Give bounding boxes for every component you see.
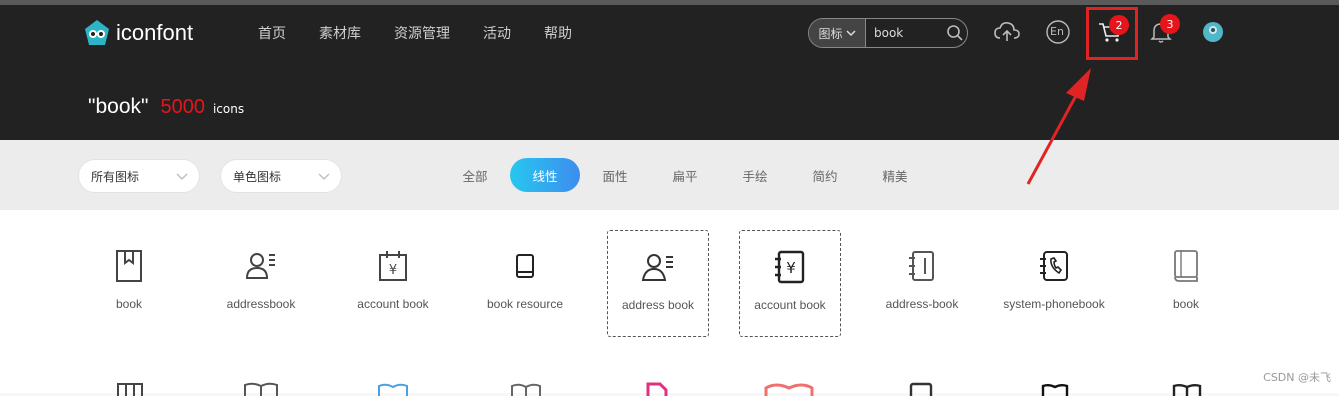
cart-highlight-box [1086, 7, 1138, 60]
site-header: iconfont 首页 素材库 资源管理 活动 帮助 图标 En 2 3 "b [0, 5, 1339, 140]
svg-text:¥: ¥ [389, 263, 397, 278]
search-icon [947, 25, 963, 41]
upload-button[interactable] [994, 19, 1020, 45]
yen-notebook-icon: ¥ [775, 250, 805, 284]
upload-cloud-icon [994, 22, 1020, 41]
partial-icon-pink-book [646, 382, 668, 396]
book-small-icon [516, 254, 534, 278]
icon-scope-select[interactable]: 所有图标 [78, 159, 200, 193]
icon-label: book [1172, 297, 1200, 311]
notebook-icon [909, 251, 934, 281]
icon-grid: book addressbook ¥ account book book res… [0, 210, 1339, 396]
icon-label: book [115, 297, 143, 311]
partial-icon-open-book [244, 382, 278, 396]
calendar-yen-icon: ¥ [379, 251, 407, 281]
icon-card-hovered[interactable]: address book [607, 230, 709, 337]
tab-filled[interactable]: 面性 [580, 158, 650, 192]
book-bookmark-icon [116, 250, 142, 282]
icon-label: address-book [885, 297, 959, 311]
nav-resources[interactable]: 资源管理 [394, 23, 450, 43]
avatar[interactable] [1200, 19, 1226, 45]
result-query: "book" [88, 95, 149, 118]
partial-icon-open-book [511, 383, 541, 396]
partial-icon-red-book [764, 383, 814, 396]
tab-simple[interactable]: 简约 [790, 158, 860, 192]
style-tabs: 全部 线性 面性 扁平 手绘 简约 精美 [440, 158, 930, 192]
tab-flat[interactable]: 扁平 [650, 158, 720, 192]
person-lines-icon [641, 254, 673, 281]
icon-label: addressbook [226, 297, 296, 311]
watermark: CSDN @未飞 [1263, 371, 1331, 384]
search-button[interactable] [946, 24, 964, 42]
partial-icon-open-book [1041, 384, 1069, 396]
icon-label: account book [357, 297, 429, 311]
nav-library[interactable]: 素材库 [319, 23, 361, 43]
icon-card[interactable]: book resource [474, 230, 576, 337]
chevron-down-icon [845, 30, 856, 37]
partial-icon-open-book [378, 383, 408, 396]
icon-card[interactable]: ¥ account book [342, 230, 444, 337]
icon-card[interactable]: address-book [871, 230, 973, 337]
nav-home[interactable]: 首页 [258, 23, 286, 43]
icon-label: system-phonebook [1003, 297, 1105, 311]
main-nav: 首页 素材库 资源管理 活动 帮助 [258, 23, 605, 43]
language-label: En [1050, 25, 1064, 38]
chevron-down-icon [176, 173, 188, 180]
search-type-label: 图标 [818, 26, 843, 41]
language-button[interactable]: En [1045, 19, 1071, 45]
partial-icon-grid [117, 383, 143, 396]
icon-color-label: 单色图标 [233, 169, 282, 184]
result-summary: "book" 5000 icons [88, 95, 244, 119]
bell-badge: 3 [1160, 14, 1180, 34]
icon-card[interactable]: book [78, 230, 180, 337]
icon-card-hovered[interactable]: ¥ account book [739, 230, 841, 337]
result-unit: icons [212, 102, 245, 116]
partial-icon-open-book [1172, 384, 1202, 396]
icon-label: account book [754, 298, 826, 312]
person-lines-icon [245, 253, 275, 279]
icon-card[interactable]: addressbook [210, 230, 312, 337]
logo-icon [85, 20, 109, 45]
icon-card[interactable]: book [1135, 230, 1237, 337]
icon-color-select[interactable]: 单色图标 [220, 159, 342, 193]
logo-text: iconfont [116, 20, 194, 45]
svg-text:¥: ¥ [786, 259, 796, 277]
result-count: 5000 [160, 96, 205, 118]
icon-scope-label: 所有图标 [91, 169, 140, 184]
tab-linear[interactable]: 线性 [510, 158, 580, 192]
partial-icon-book [909, 382, 933, 396]
icon-label: address book [621, 298, 695, 312]
search-box: 图标 [808, 18, 968, 48]
search-input[interactable] [874, 26, 940, 40]
nav-help[interactable]: 帮助 [544, 23, 572, 43]
avatar-icon [1203, 22, 1223, 42]
icon-card[interactable]: system-phonebook [1003, 230, 1105, 337]
icon-label: book resource [486, 297, 564, 311]
search-type-select[interactable]: 图标 [809, 19, 866, 47]
filter-bar: 所有图标 单色图标 全部 线性 面性 扁平 手绘 简约 精美 [0, 140, 1339, 210]
chevron-down-icon [318, 173, 330, 180]
phonebook-icon [1040, 251, 1068, 281]
tab-all[interactable]: 全部 [440, 158, 510, 192]
book-stack-icon [1174, 250, 1198, 282]
nav-activities[interactable]: 活动 [483, 23, 511, 43]
tab-handdrawn[interactable]: 手绘 [720, 158, 790, 192]
tab-fine[interactable]: 精美 [860, 158, 930, 192]
logo[interactable]: iconfont [82, 19, 193, 47]
